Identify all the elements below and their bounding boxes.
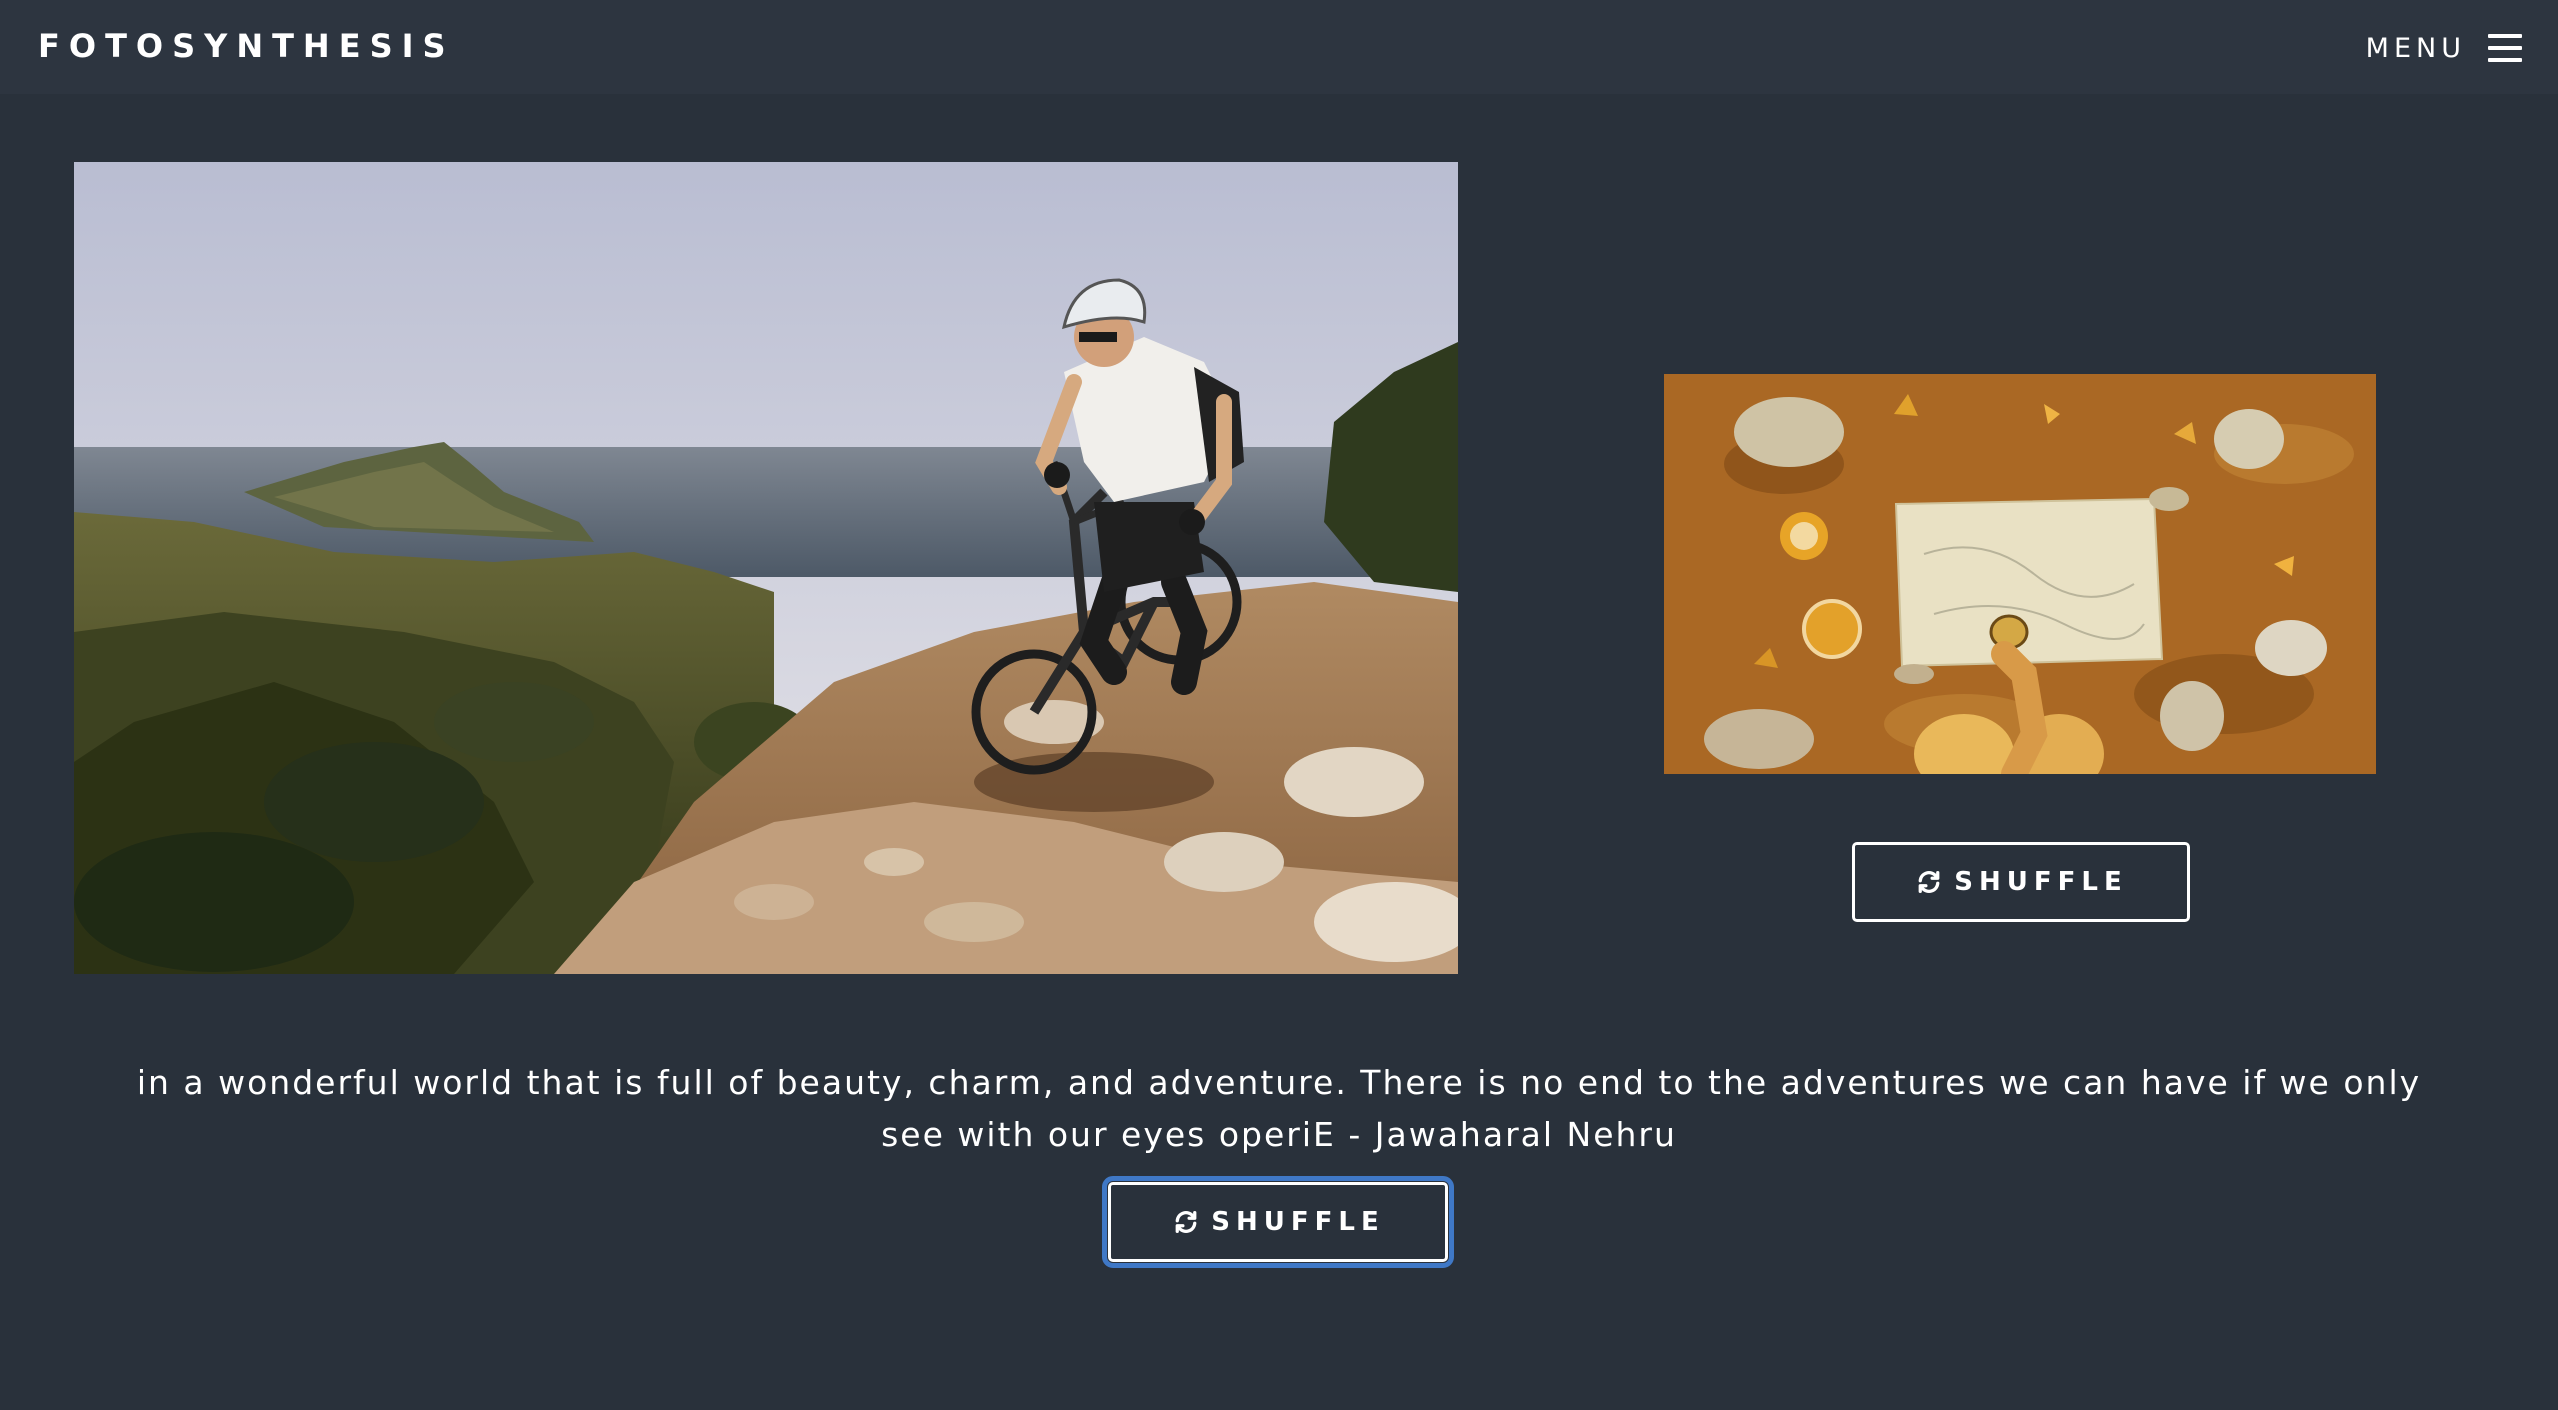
shuffle-label: SHUFFLE (1954, 867, 2128, 897)
quote-text: in a wonderful world that is full of bea… (136, 1063, 2422, 1154)
menu-label: MENU (2365, 32, 2466, 64)
main-photo (74, 162, 1458, 974)
shuffle-label: SHUFFLE (1211, 1207, 1385, 1237)
brand-logo[interactable]: FOTOSYNTHESIS (38, 26, 455, 66)
hamburger-icon (2488, 34, 2522, 62)
refresh-icon (1918, 871, 1940, 893)
side-photo (1664, 374, 2376, 774)
shuffle-button-side[interactable]: SHUFFLE (1852, 842, 2190, 922)
refresh-icon (1175, 1211, 1197, 1233)
top-navigation-bar: FOTOSYNTHESIS MENU (0, 0, 2558, 94)
shuffle-button-main[interactable]: SHUFFLE (1102, 1176, 1454, 1268)
menu-button[interactable]: MENU (2366, 28, 2522, 68)
